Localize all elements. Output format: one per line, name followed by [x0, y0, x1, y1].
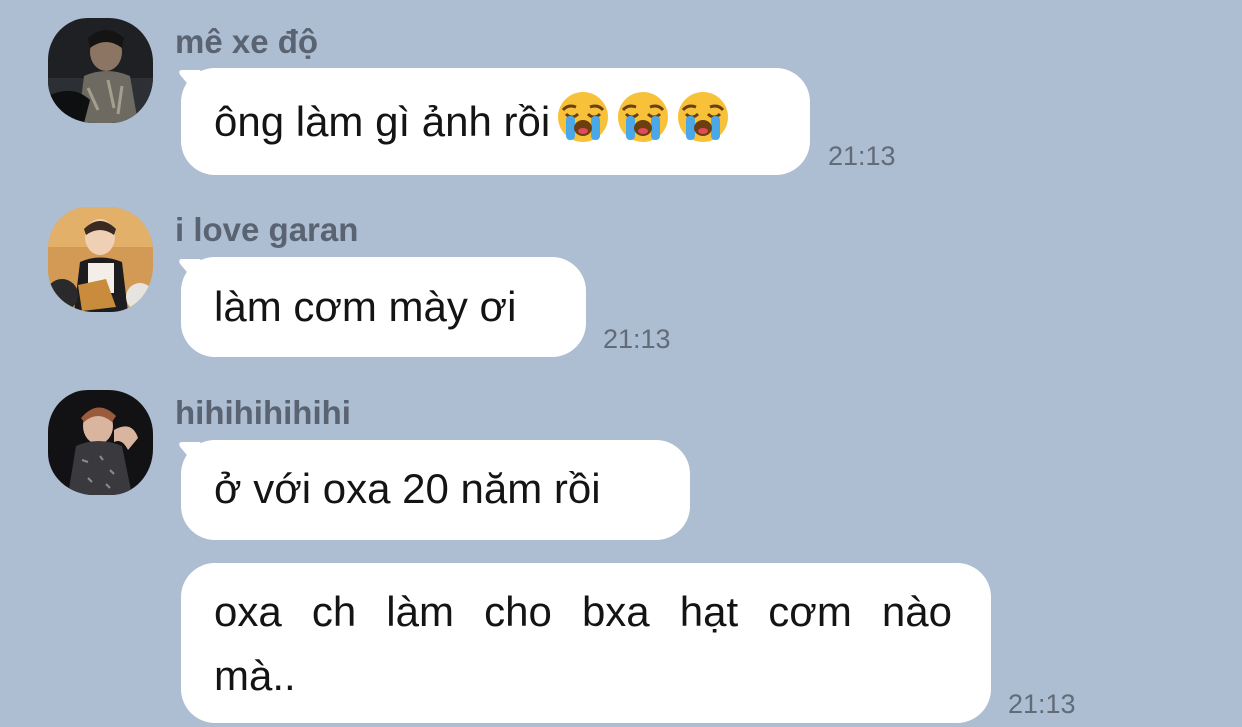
message-bubble[interactable]: ông làm gì ảnh rồi	[181, 68, 810, 175]
avatar-me-xe-do[interactable]	[48, 18, 153, 123]
avatar-hihihihihihi[interactable]	[48, 390, 153, 495]
message-bubble[interactable]: làm cơm mày ơi	[181, 257, 586, 357]
loudly-crying-face-icon	[616, 90, 670, 144]
avatar-photo-warm-icon	[48, 207, 153, 312]
sender-name: i love garan	[175, 211, 359, 248]
message-bubble[interactable]: ở với oxa 20 năm rồi	[181, 440, 690, 540]
chat-window: mê xe độ ông làm gì ảnh rồi 21:13 i love…	[0, 0, 1242, 727]
message-bubble[interactable]: oxa ch làm cho bxa hạt cơm nào mà..	[181, 563, 991, 723]
avatar-i-love-garan[interactable]	[48, 207, 153, 312]
message-text: oxa ch làm cho bxa hạt cơm nào mà..	[214, 588, 952, 699]
message-text: ông làm gì ảnh rồi	[214, 98, 551, 145]
message-timestamp: 21:13	[1008, 689, 1076, 719]
message-text: ở với oxa 20 năm rồi	[214, 465, 601, 512]
avatar-photo-dark-icon	[48, 390, 153, 495]
sender-name: mê xe độ	[175, 23, 319, 60]
message-text: làm cơm mày ơi	[214, 283, 517, 330]
sender-name: hihihihihihi	[175, 394, 351, 431]
loudly-crying-face-icon	[676, 90, 730, 144]
avatar-photo-dark-icon	[48, 18, 153, 123]
loudly-crying-face-icon	[556, 90, 610, 144]
message-timestamp: 21:13	[828, 141, 896, 171]
message-timestamp: 21:13	[603, 324, 671, 354]
